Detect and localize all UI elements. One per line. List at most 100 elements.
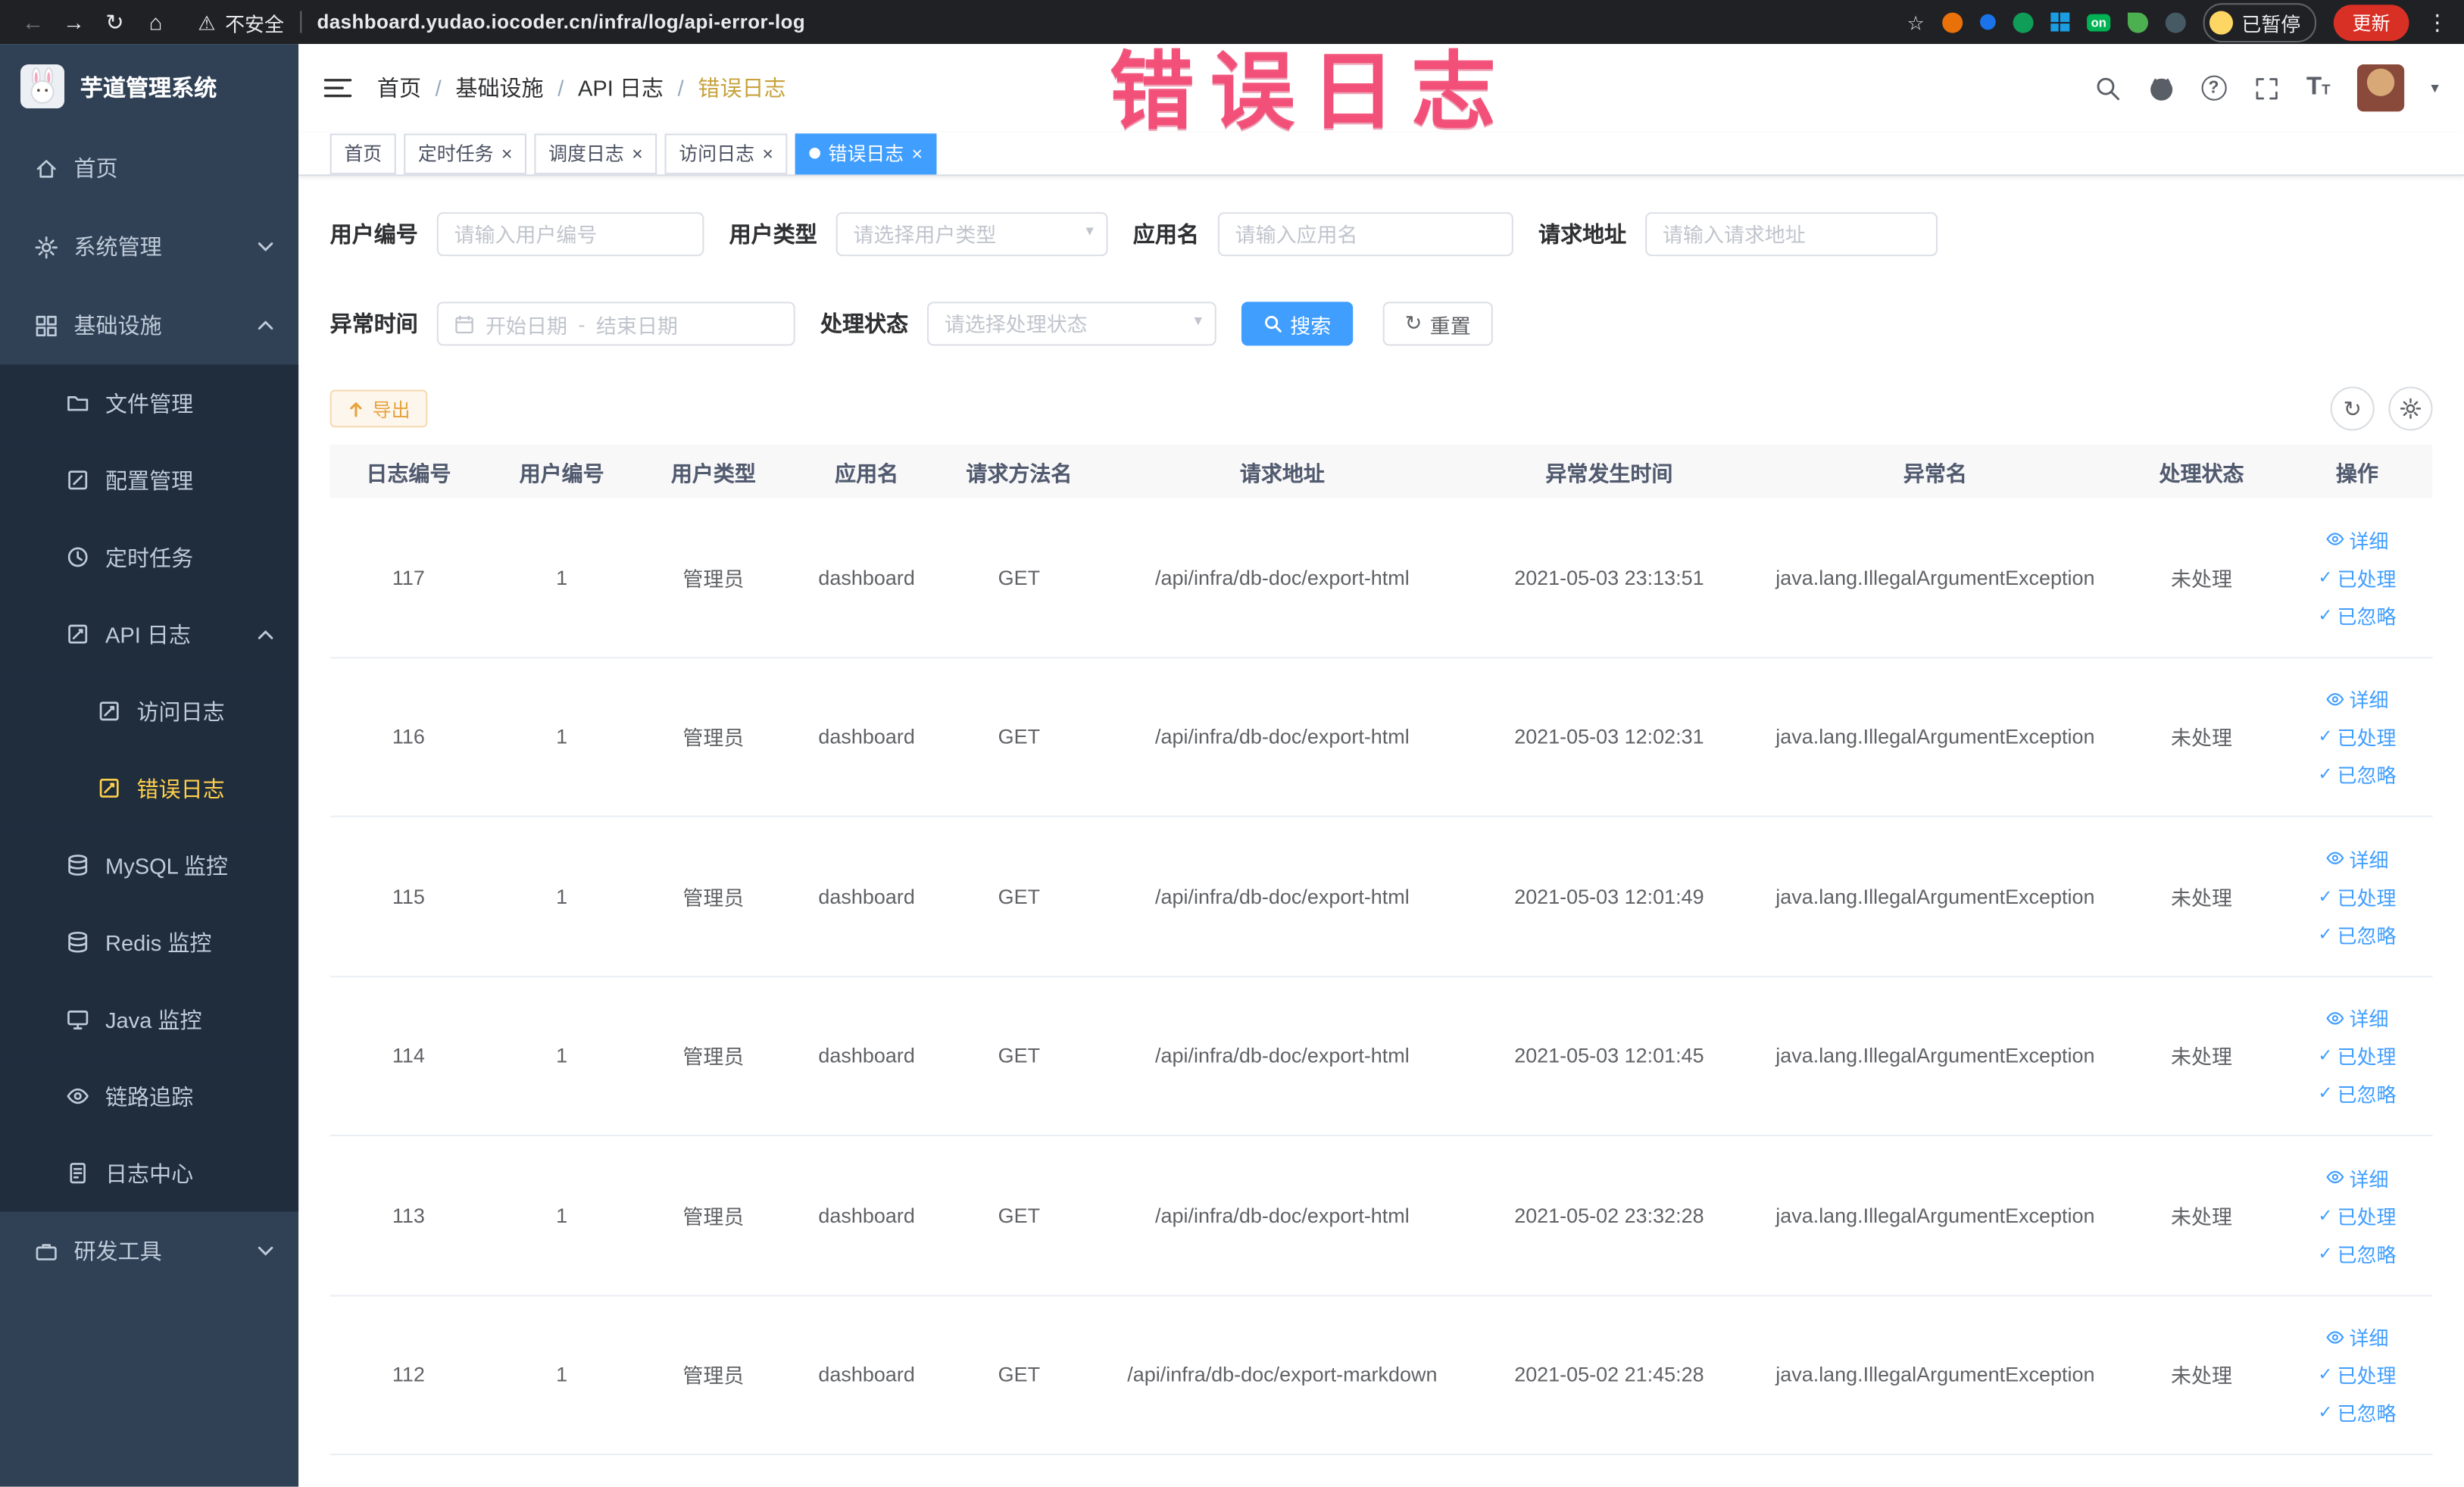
- detail-link[interactable]: 详细: [2325, 1163, 2388, 1192]
- export-button[interactable]: 导出: [329, 389, 428, 428]
- browser-update-button[interactable]: 更新: [2333, 4, 2409, 40]
- font-size-icon[interactable]: TT: [2306, 74, 2331, 102]
- breadcrumb-separator: /: [557, 75, 564, 101]
- ignored-link[interactable]: ✓ 已忽略: [2318, 760, 2396, 789]
- sidebar-item-file-management[interactable]: 文件管理: [0, 364, 299, 442]
- detail-link[interactable]: 详细: [2325, 684, 2388, 714]
- hamburger-icon[interactable]: [323, 77, 352, 99]
- avatar-caret-icon[interactable]: ▾: [2431, 80, 2438, 97]
- security-chip[interactable]: ⚠ 不安全: [198, 7, 284, 36]
- eye-icon: [2326, 692, 2344, 705]
- detail-link[interactable]: 详细: [2325, 844, 2388, 873]
- sidebar-item-redis-monitor[interactable]: Redis 监控: [0, 903, 299, 981]
- sidebar-item-api-log[interactable]: API 日志: [0, 595, 299, 673]
- bookmark-star-icon[interactable]: ☆: [1907, 10, 1924, 34]
- ignored-link[interactable]: ✓ 已忽略: [2318, 1238, 2396, 1267]
- ignored-link[interactable]: ✓ 已忽略: [2318, 1079, 2396, 1108]
- refresh-table-button[interactable]: ↻: [2330, 386, 2375, 431]
- browser-menu-icon[interactable]: ⋮: [2426, 8, 2448, 35]
- sidebar-item-java-monitor[interactable]: Java 监控: [0, 980, 299, 1058]
- sidebar-item-label: Redis 监控: [105, 929, 212, 955]
- sidebar-item-mysql-monitor[interactable]: MySQL 监控: [0, 826, 299, 904]
- reset-button[interactable]: ↻ 重置: [1382, 301, 1493, 346]
- browser-reload-button[interactable]: ↻: [98, 5, 133, 39]
- rabbit-logo-icon: [20, 64, 65, 109]
- breadcrumb-item-infrastructure[interactable]: 基础设施: [455, 72, 543, 103]
- app-name-input[interactable]: [1217, 212, 1513, 257]
- sidebar-item-infrastructure[interactable]: 基础设施: [0, 286, 298, 365]
- cell-status: 未处理: [2171, 1204, 2232, 1229]
- sidebar-item-error-log[interactable]: 错误日志: [0, 749, 299, 827]
- browser-back-button[interactable]: ←: [16, 5, 51, 39]
- sidebar-item-label: 配置管理: [105, 467, 194, 493]
- user-type-label: 用户类型: [729, 221, 817, 247]
- sidebar-item-devtools[interactable]: 研发工具: [0, 1212, 298, 1291]
- close-icon[interactable]: ×: [762, 142, 773, 164]
- close-icon[interactable]: ×: [501, 142, 513, 164]
- help-icon[interactable]: ?: [2200, 75, 2227, 101]
- github-icon[interactable]: [2147, 75, 2174, 102]
- detail-link[interactable]: 详细: [2325, 524, 2388, 554]
- breadcrumb-item-api-log[interactable]: API 日志: [578, 72, 664, 103]
- processed-link[interactable]: ✓ 已处理: [2318, 562, 2396, 592]
- check-icon: ✓: [2318, 1366, 2333, 1385]
- cell-log-id: 113: [392, 1203, 425, 1227]
- processed-link[interactable]: ✓ 已处理: [2318, 1360, 2396, 1389]
- exception-time-range-picker[interactable]: 开始日期 - 结束日期: [436, 301, 795, 346]
- sidebar-item-config-management[interactable]: 配置管理: [0, 441, 299, 519]
- process-status-select[interactable]: [927, 301, 1216, 346]
- user-type-select[interactable]: [835, 212, 1108, 257]
- browser-forward-button[interactable]: →: [57, 5, 92, 39]
- tab-cron-jobs[interactable]: 定时任务 ×: [404, 133, 527, 174]
- cell-exception: java.lang.IllegalArgumentException: [1775, 1203, 2095, 1227]
- extension-icon-orange[interactable]: [1941, 11, 1963, 33]
- user-id-input[interactable]: [436, 212, 704, 257]
- date-separator: -: [578, 311, 586, 336]
- address-bar[interactable]: dashboard.yudao.iocoder.cn/infra/log/api…: [317, 11, 806, 33]
- sidebar-item-access-log[interactable]: 访问日志: [0, 672, 299, 750]
- search-icon[interactable]: [2094, 75, 2121, 102]
- sidebar-item-link-tracing[interactable]: 链路追踪: [0, 1057, 299, 1135]
- extension-icon-on-badge[interactable]: on: [2086, 13, 2112, 31]
- sidebar-item-home[interactable]: 首页: [0, 129, 298, 208]
- cell-actions: 详细 ✓ 已处理 ✓ 已忽略: [2281, 1322, 2432, 1427]
- check-icon: ✓: [2318, 1206, 2333, 1226]
- processed-link[interactable]: ✓ 已处理: [2318, 722, 2396, 751]
- close-icon[interactable]: ×: [632, 142, 643, 164]
- ignored-link[interactable]: ✓ 已忽略: [2318, 600, 2396, 629]
- extension-icon-grid[interactable]: [2050, 12, 2069, 32]
- column-settings-button[interactable]: [2388, 386, 2433, 431]
- cell-app: dashboard: [818, 1363, 915, 1387]
- tab-error-log[interactable]: 错误日志 ×: [795, 133, 937, 174]
- detail-link[interactable]: 详细: [2325, 1003, 2388, 1032]
- ignored-link[interactable]: ✓ 已忽略: [2318, 919, 2396, 948]
- profile-paused-chip[interactable]: 已暂停: [2203, 2, 2316, 42]
- tab-schedule-log[interactable]: 调度日志 ×: [534, 133, 657, 174]
- user-id-label: 用户编号: [329, 221, 418, 247]
- browser-home-button[interactable]: ⌂: [139, 5, 173, 39]
- sidebar-item-cron-jobs[interactable]: 定时任务: [0, 518, 299, 596]
- detail-link[interactable]: 详细: [2325, 1322, 2388, 1351]
- processed-link[interactable]: ✓ 已处理: [2318, 881, 2396, 911]
- extension-icon-green-circle[interactable]: [2012, 11, 2033, 33]
- processed-link[interactable]: ✓ 已处理: [2318, 1200, 2396, 1229]
- close-icon[interactable]: ×: [912, 142, 923, 164]
- column-header: 用户编号: [519, 461, 604, 486]
- sidebar-item-label: 错误日志: [136, 775, 225, 801]
- processed-link[interactable]: ✓ 已处理: [2318, 1041, 2396, 1070]
- extension-icon-dark[interactable]: [2166, 11, 2187, 33]
- user-avatar[interactable]: [2356, 64, 2405, 112]
- access-log-icon: [99, 701, 119, 721]
- extension-icon-blue[interactable]: [1979, 14, 1996, 30]
- breadcrumb-item-home[interactable]: 首页: [377, 72, 421, 103]
- sidebar-item-log-center[interactable]: 日志中心: [0, 1134, 299, 1212]
- search-button[interactable]: 搜索: [1241, 301, 1354, 346]
- fullscreen-icon[interactable]: [2253, 75, 2279, 102]
- extension-icon-leaf[interactable]: [2128, 11, 2149, 33]
- sidebar-item-system-management[interactable]: 系统管理: [0, 208, 298, 286]
- ignored-link[interactable]: ✓ 已忽略: [2318, 1398, 2396, 1427]
- request-url-input[interactable]: [1645, 212, 1938, 257]
- tab-access-log[interactable]: 访问日志 ×: [664, 133, 788, 174]
- tab-home[interactable]: 首页: [329, 133, 396, 174]
- cell-user-id: 1: [556, 724, 568, 749]
